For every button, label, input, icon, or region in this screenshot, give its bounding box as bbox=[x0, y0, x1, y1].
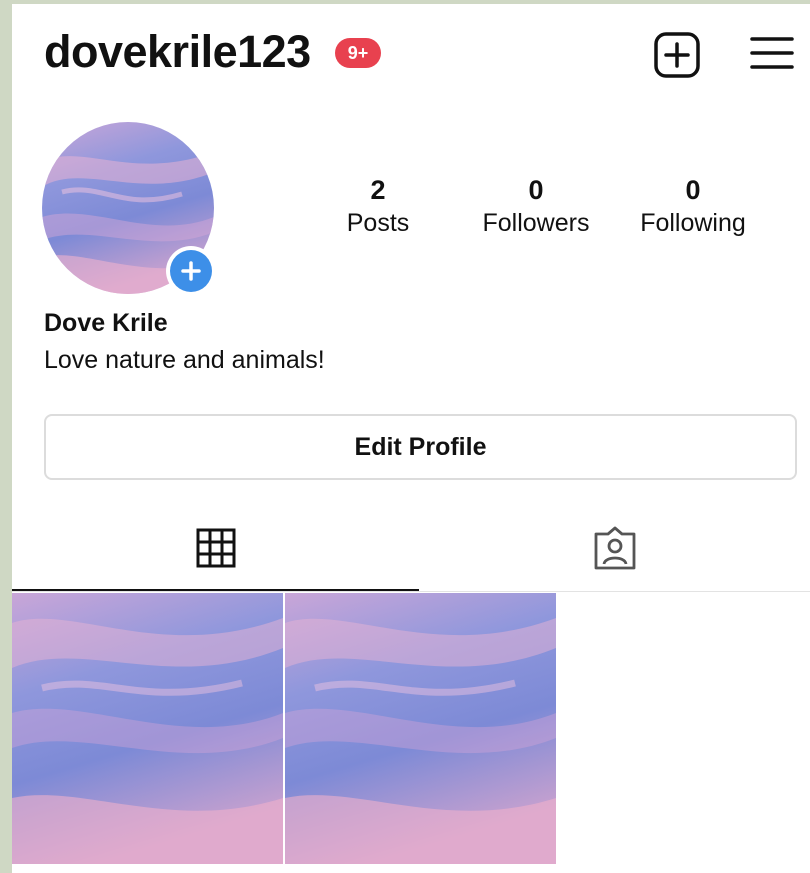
tabs-divider bbox=[12, 591, 810, 592]
bio: Love nature and animals! bbox=[44, 346, 325, 374]
posts-count: 2 bbox=[370, 175, 386, 205]
followers-count: 0 bbox=[528, 175, 544, 205]
username: dovekrile123 bbox=[44, 26, 311, 77]
notification-badge[interactable]: 9+ bbox=[335, 38, 381, 68]
add-story-circle bbox=[170, 250, 212, 292]
following-count: 0 bbox=[685, 175, 701, 205]
display-name: Dove Krile bbox=[44, 309, 168, 337]
hamburger-menu-icon bbox=[750, 37, 794, 69]
profile-tabs bbox=[12, 504, 810, 592]
plus-icon bbox=[181, 261, 201, 281]
profile-header: dovekrile123 9+ bbox=[12, 4, 810, 104]
profile-screen: dovekrile123 9+ 2 Posts 0 Followers 0 Fo… bbox=[12, 4, 810, 873]
followers-label: Followers bbox=[482, 209, 590, 237]
sky-image bbox=[12, 593, 283, 864]
following-stat[interactable]: 0 Following bbox=[618, 174, 768, 240]
edit-profile-button[interactable]: Edit Profile bbox=[44, 414, 797, 480]
sky-image bbox=[285, 593, 556, 864]
grid-icon bbox=[196, 528, 235, 568]
post-thumbnail[interactable] bbox=[12, 593, 283, 864]
menu-button[interactable] bbox=[748, 32, 796, 76]
posts-stat[interactable]: 2 Posts bbox=[303, 174, 453, 240]
new-post-button[interactable] bbox=[652, 30, 702, 80]
tab-posts-grid[interactable] bbox=[12, 504, 419, 592]
profile-avatar-container bbox=[42, 122, 216, 296]
post-thumbnail[interactable] bbox=[285, 593, 556, 864]
tagged-person-icon bbox=[594, 526, 635, 570]
plus-square-icon bbox=[654, 32, 700, 78]
add-story-button[interactable] bbox=[166, 246, 216, 296]
followers-stat[interactable]: 0 Followers bbox=[461, 174, 611, 240]
posts-label: Posts bbox=[346, 209, 410, 237]
following-label: Following bbox=[640, 209, 746, 237]
tab-tagged[interactable] bbox=[419, 504, 810, 592]
